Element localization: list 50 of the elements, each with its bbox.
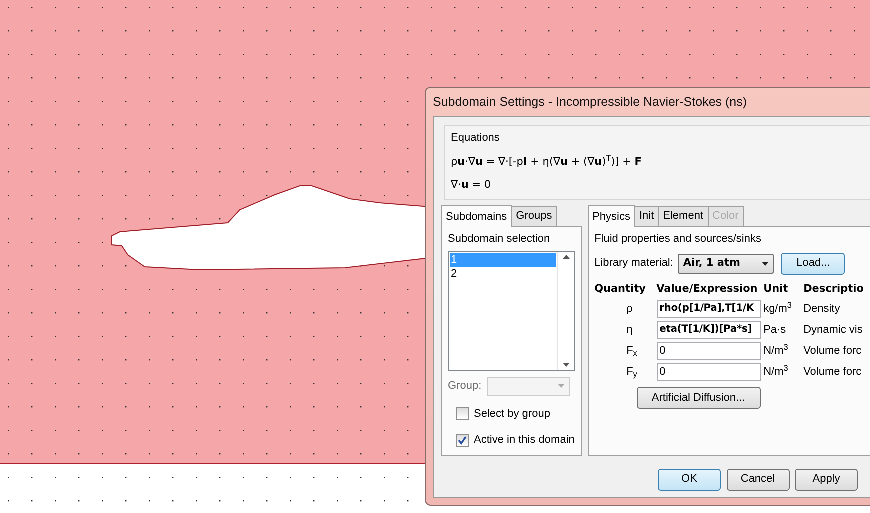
subdomain-list[interactable]: 1 2 (448, 251, 576, 371)
checkbox[interactable] (456, 407, 469, 420)
artificial-diffusion-button[interactable]: Artificial Diffusion... (636, 387, 761, 410)
tab[interactable]: Element (658, 206, 709, 226)
load-button[interactable]: Load... (781, 252, 846, 274)
description-text: Volume forc (804, 365, 863, 380)
column-header: Unit (764, 282, 790, 296)
quantity-symbol: ρ (626, 302, 634, 317)
unit-text: N/m$^{3}$ (764, 343, 790, 359)
equation-text: ρu·∇u = ∇·[-pI + η(∇u + (∇u)$^{T}$)] + F (451, 154, 643, 170)
tab[interactable]: Physics (588, 205, 636, 226)
material-dropdown[interactable]: Air, 1 atm (678, 254, 774, 274)
window-title: Subdomain Settings - Incompressible Navier-Stokes (ns) (433, 94, 748, 111)
tab[interactable]: Subdomains (441, 205, 512, 226)
dialog-button[interactable]: OK (658, 468, 721, 490)
dialog-button[interactable]: Cancel (726, 468, 790, 490)
value-field[interactable]: 0 (656, 363, 761, 382)
description-text: Volume forc (804, 344, 863, 359)
checkbox-label: Select by group (474, 406, 550, 422)
group-title: Subdomain selection (448, 232, 552, 246)
equation-text: ∇·u = 0 (451, 178, 492, 194)
field-value: Air, 1 atm (683, 256, 740, 271)
column-header: Descriptio (804, 282, 864, 296)
description-text: Dynamic vis (804, 323, 864, 338)
tab[interactable]: Groups (511, 206, 558, 226)
unit-text: N/m$^{3}$ (764, 364, 790, 380)
scroll-up-icon[interactable] (562, 255, 570, 259)
group-title: Fluid properties and sources/sinks (594, 232, 762, 246)
unit-text: kg/m$^{3}$ (764, 301, 793, 317)
dialog-button[interactable]: Apply (795, 468, 858, 490)
column-header: Value/Expression (656, 282, 759, 296)
group-title: Equations (451, 131, 501, 146)
quantity-symbol: η (626, 323, 634, 338)
quantity-symbol: F$_{x}$ (626, 344, 638, 360)
dropdown-arrow-icon (558, 384, 566, 388)
tab[interactable]: Init (634, 206, 660, 226)
scroll-down-icon[interactable] (562, 363, 570, 367)
value-field[interactable]: rho(p[1/Pa],T[1/K (656, 300, 761, 318)
field-label: Group: (448, 378, 482, 394)
checkbox[interactable] (456, 434, 469, 447)
column-header: Quantity (594, 282, 648, 296)
value-field[interactable]: 0 (656, 342, 761, 360)
dropdown-arrow-icon (762, 262, 770, 266)
value-field[interactable]: eta(T[1/K])[Pa*s] (656, 321, 761, 340)
list-item[interactable]: 2 (450, 267, 556, 281)
unit-text: Pa·s (764, 323, 788, 338)
quantity-symbol: F$_{y}$ (626, 365, 638, 380)
description-text: Density (804, 302, 842, 317)
field-label: Library material: (594, 256, 674, 272)
checkbox-label: Active in this domain (474, 433, 575, 448)
